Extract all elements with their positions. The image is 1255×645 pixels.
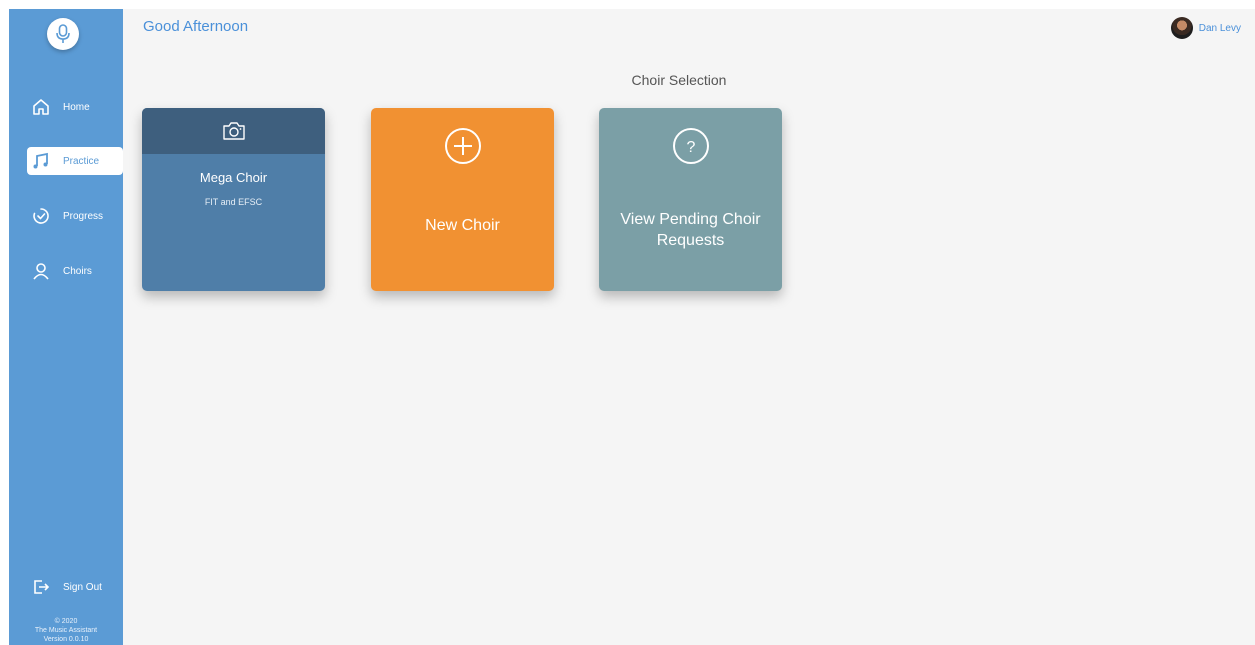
camera-icon xyxy=(222,122,245,140)
copyright-text: © 2020 xyxy=(54,618,78,625)
svg-text:?: ? xyxy=(686,139,695,156)
music-note-icon xyxy=(27,152,55,170)
user-menu[interactable]: Dan Levy xyxy=(1170,17,1241,39)
section-title: Choir Selection xyxy=(631,72,727,88)
user-name: Dan Levy xyxy=(1198,22,1241,34)
sidebar-item-label: Practice xyxy=(63,155,100,167)
microphone-icon xyxy=(56,24,70,43)
app-name-text: The Music Assistant xyxy=(34,627,98,634)
choir-card-mega-choir[interactable]: Mega Choir FIT and EFSC xyxy=(142,108,325,291)
card-title: View Pending Choir Requests xyxy=(620,211,761,249)
sign-out-icon xyxy=(27,578,55,596)
sidebar-item-label: Choirs xyxy=(63,265,92,277)
card-subtitle: FIT and EFSC xyxy=(204,197,263,207)
sidebar-item-choirs[interactable]: Choirs xyxy=(27,257,123,285)
plus-circle-icon xyxy=(371,126,554,166)
avatar xyxy=(1170,17,1193,39)
home-icon xyxy=(27,98,55,116)
sign-out-label: Sign Out xyxy=(63,581,102,593)
sidebar-item-home[interactable]: Home xyxy=(27,93,123,121)
new-choir-card[interactable]: New Choir xyxy=(371,108,554,291)
sign-out-button[interactable]: Sign Out xyxy=(27,573,123,601)
person-icon xyxy=(27,262,55,280)
sidebar-item-practice[interactable]: Practice xyxy=(27,147,123,175)
app-frame: Home Practice Progress Choirs Sign Out ©… xyxy=(9,9,1255,645)
version-text: Version 0.0.10 xyxy=(43,636,89,643)
card-title: New Choir xyxy=(425,217,500,234)
card-header xyxy=(142,108,325,154)
sidebar-item-label: Progress xyxy=(63,210,104,222)
card-title: Mega Choir xyxy=(199,170,268,185)
app-logo[interactable] xyxy=(47,18,79,50)
question-circle-icon: ? xyxy=(599,126,782,166)
sidebar-item-label: Home xyxy=(63,101,90,113)
pending-requests-card[interactable]: ? View Pending Choir Requests xyxy=(599,108,782,291)
progress-icon xyxy=(27,207,55,225)
sidebar-item-progress[interactable]: Progress xyxy=(27,202,123,230)
sidebar: Home Practice Progress Choirs Sign Out ©… xyxy=(9,9,123,645)
greeting-title: Good Afternoon xyxy=(143,18,249,35)
sidebar-footer: © 2020 The Music Assistant Version 0.0.1… xyxy=(9,617,123,645)
